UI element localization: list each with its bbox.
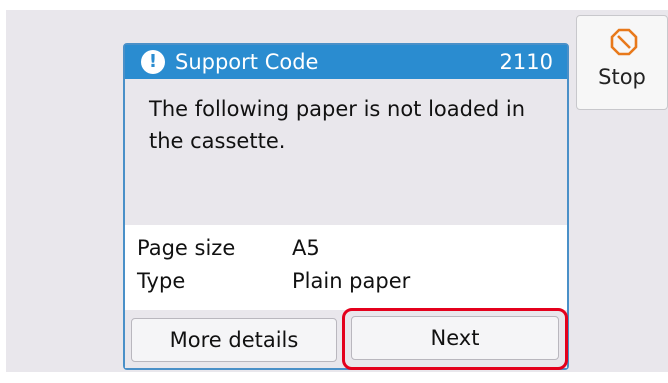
exclamation-circle-icon: !: [141, 50, 165, 74]
stop-label: Stop: [598, 65, 646, 89]
page-size-value: A5: [292, 236, 320, 260]
support-code-number: 2110: [499, 50, 553, 74]
more-details-button[interactable]: More details: [131, 318, 337, 362]
support-code-dialog: ! Support Code 2110 The following paper …: [123, 43, 569, 370]
dialog-message: The following paper is not loaded in the…: [149, 97, 526, 153]
paper-details: Page size A5 Type Plain paper: [137, 231, 557, 297]
details-row-page-size: Page size A5: [137, 231, 557, 264]
stop-button[interactable]: Stop: [576, 15, 668, 110]
dialog-title: Support Code: [175, 50, 319, 74]
next-button[interactable]: Next: [351, 316, 559, 360]
dialog-header: ! Support Code 2110: [125, 45, 567, 79]
next-button-highlight: Next: [342, 308, 568, 370]
dialog-body: The following paper is not loaded in the…: [125, 79, 567, 225]
paper-type-value: Plain paper: [292, 269, 411, 293]
details-row-type: Type Plain paper: [137, 264, 557, 297]
paper-type-label: Type: [137, 269, 186, 293]
printer-screen: ! Support Code 2110 The following paper …: [6, 10, 668, 372]
stop-octagon-icon: [610, 28, 638, 56]
page-size-label: Page size: [137, 236, 236, 260]
